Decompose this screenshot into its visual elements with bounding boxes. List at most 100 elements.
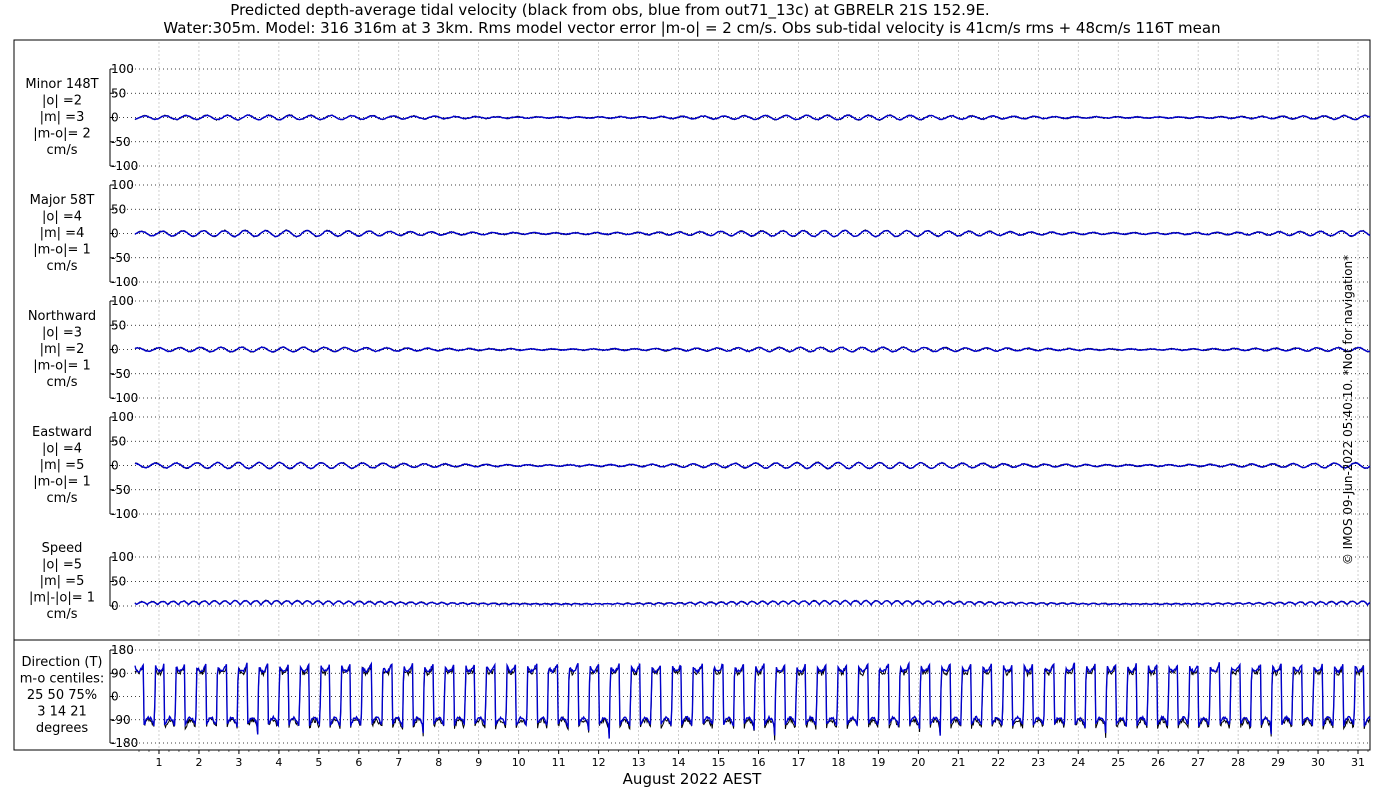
panel-label-line: Minor 148T [25,77,98,92]
y-tick-label: -100 [111,507,138,521]
series-model-minor [134,114,1371,121]
y-tick-label: 0 [111,343,119,357]
x-tick-label: 6 [355,756,362,769]
x-tick-label: 8 [435,756,442,769]
x-tick-label: 25 [1111,756,1125,769]
panel-label-line: |o| =4 [42,442,82,457]
x-tick-label: 1 [155,756,162,769]
x-tick-label: 10 [512,756,526,769]
chart-title: Predicted depth-average tidal velocity (… [230,1,989,20]
panel-label-line: |m|-|o|= 1 [29,591,95,606]
panel-speed: 100 50 0 Speed |o| =5|m| =5 |m|-|o|= 1cm/s [29,541,1371,622]
y-tick-label: 0 [111,459,119,473]
copyright-note: © IMOS 09-Jun-2022 05:40:10. *Not for na… [1341,254,1355,566]
series-model-eastward [134,461,1371,470]
panel-label-line: |m-o|= 1 [33,359,91,374]
chart-subtitle: Water:305m. Model: 316 316m at 3 3km. Rm… [163,19,1220,37]
y-tick-label: 100 [111,410,134,424]
y-tick-label: 50 [111,318,126,332]
upper-frame [13,39,1371,641]
x-tick-label: 3 [235,756,242,769]
x-tick-label: 23 [1031,756,1045,769]
tidal-velocity-figure: Predicted depth-average tidal velocity (… [0,0,1400,800]
x-tick-label: 12 [592,756,606,769]
y-tick-label: 50 [111,575,126,589]
panel-label-line: |m-o|= 1 [33,475,91,490]
y-tick-label: 50 [111,86,126,100]
panel-eastward: 100 50 0 -50 -100 Eastward |o| =4|m| =5 |m-o|= … [32,410,1371,521]
panel-label-line: cm/s [47,607,78,622]
x-tick-label: 29 [1271,756,1285,769]
y-tick-label: -50 [111,367,131,381]
panel-label-line: 3 14 21 [37,705,87,720]
x-tick-label: 26 [1151,756,1165,769]
x-tick-label: 2 [195,756,202,769]
x-tick-label: 14 [672,756,686,769]
panel-label-line: cm/s [47,375,78,390]
panel-label-line: |m-o|= 2 [33,127,91,142]
panel-label-line: cm/s [47,143,78,158]
panel-label-line: Eastward [32,425,92,440]
panel-minor: 100 50 0 -50 -100 Minor 148T |o| =2|m| =3 |m-o|… [25,62,1371,173]
x-tick-label: 4 [275,756,282,769]
figure-svg: Predicted depth-average tidal velocity (… [13,1,1371,788]
x-tick-label: 22 [991,756,1005,769]
panel-label-line: cm/s [47,259,78,274]
y-tick-label: -50 [111,135,131,149]
y-tick-label: 0 [111,227,119,241]
y-tick-label: 100 [111,294,134,308]
panel-label-line: |m-o|= 1 [33,243,91,258]
panel-label-line: |m| =2 [40,342,85,357]
y-tick-label: -50 [111,251,131,265]
series-model-speed [134,599,1371,607]
x-tick-label: 17 [791,756,805,769]
x-tick-label: 7 [395,756,402,769]
panel-label-line: |o| =4 [42,210,82,225]
y-tick-label: 0 [111,690,119,704]
y-tick-label: 100 [111,550,134,564]
x-tick-label: 15 [712,756,726,769]
y-tick-label: -180 [111,736,138,750]
x-tick-label: 27 [1191,756,1205,769]
y-tick-label: 50 [111,434,126,448]
y-tick-label: 0 [111,599,119,613]
x-tick-label: 21 [951,756,965,769]
x-tick-label: 24 [1071,756,1085,769]
panel-label-line: |m| =4 [40,226,85,241]
panels-group: 100 50 0 -50 -100 Minor 148T |o| =2|m| =3 |m-o|… [20,42,1371,750]
x-axis-ticks: 1 2 3 4 5 6 7 8 9 10 11 12 13 14 15 16 17 18 19 20 21 22 23 24 2… [138,750,1369,769]
panel-label-line: Speed [42,541,83,556]
y-tick-label: -100 [111,159,138,173]
panel-direction: 180 90 0 -90 -180 Direction (T) m-o centiles:2… [20,643,1371,750]
panel-major: 100 50 0 -50 -100 Major 58T |o| =4|m| =4 |m-o|=… [30,178,1371,289]
series-model-major [134,229,1371,238]
panel-label-line: |o| =5 [42,558,82,573]
y-tick-label: 180 [111,643,134,657]
panel-label-line: Major 58T [30,193,95,208]
x-tick-label: 5 [315,756,322,769]
x-tick-label: 28 [1231,756,1245,769]
y-tick-label: 50 [111,202,126,216]
x-tick-label: 20 [911,756,925,769]
y-tick-label: 100 [111,178,134,192]
panel-label-line: |m| =5 [40,574,85,589]
x-tick-label: 16 [751,756,765,769]
y-tick-label: -100 [111,275,138,289]
panel-label-line: m-o centiles: [20,672,105,687]
panel-label-line: |o| =3 [42,326,82,341]
panel-label-line: |m| =3 [40,110,85,125]
x-tick-label: 9 [475,756,482,769]
x-tick-label: 30 [1311,756,1325,769]
panel-label-line: |o| =2 [42,94,82,109]
panel-label-line: Northward [28,309,96,324]
x-tick-label: 18 [831,756,845,769]
panel-label-line: degrees [36,721,89,736]
x-axis-label: August 2022 AEST [623,770,762,788]
panel-label-line: Direction (T) [22,655,103,670]
y-tick-label: 90 [111,666,126,680]
y-tick-label: -100 [111,391,138,405]
panel-northward: 100 50 0 -50 -100 Northward |o| =3|m| =2 |m-o|=… [28,294,1371,405]
y-tick-label: -50 [111,483,131,497]
y-tick-label: 100 [111,62,134,76]
x-tick-label: 13 [632,756,646,769]
